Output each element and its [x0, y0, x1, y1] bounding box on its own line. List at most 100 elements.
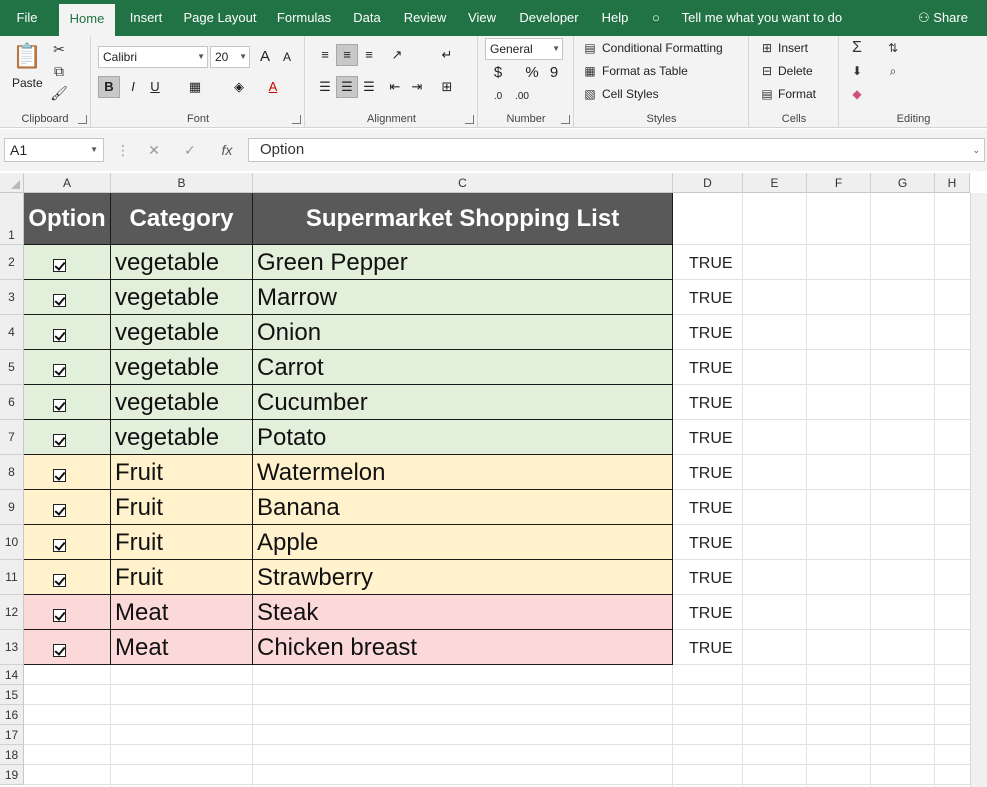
tab-developer[interactable]: Developer — [513, 0, 585, 36]
align-top-icon[interactable]: ≡ — [314, 44, 336, 66]
checkbox-icon[interactable] — [53, 328, 66, 342]
option-cell[interactable] — [24, 420, 111, 455]
font-size-combo[interactable]: 20 ▼ — [210, 46, 250, 68]
item-cell[interactable]: Onion — [253, 315, 673, 350]
tab-insert[interactable]: Insert — [123, 0, 169, 36]
conditional-formatting-icon[interactable]: ▤ — [581, 39, 599, 57]
checkbox-icon[interactable] — [53, 258, 66, 272]
fill-color-icon[interactable]: ◈ — [228, 76, 250, 98]
tab-formulas[interactable]: Formulas — [272, 0, 336, 36]
item-cell[interactable]: Strawberry — [253, 560, 673, 595]
align-left-icon[interactable]: ☰ — [314, 76, 336, 98]
format-painter-icon[interactable]: 🖌 — [50, 84, 68, 102]
option-cell[interactable] — [24, 245, 111, 280]
option-cell[interactable] — [24, 595, 111, 630]
share-button[interactable]: ⚇ Share — [918, 0, 968, 36]
item-cell[interactable]: Banana — [253, 490, 673, 525]
insert-cells-icon[interactable]: ⊞ — [758, 39, 776, 57]
fill-icon[interactable]: ⬇ — [848, 62, 866, 80]
decrease-indent-icon[interactable]: ⇤ — [384, 76, 406, 98]
bold-button[interactable]: B — [98, 76, 120, 98]
category-cell[interactable]: Fruit — [111, 560, 253, 595]
increase-decimal-icon[interactable]: .0 — [487, 86, 509, 108]
worksheet-grid[interactable]: ABCDEFGH 1 2 3 4 5 6 7 8 9 10 11 12 13 14 15 16 17 18 19 O… — [0, 173, 987, 787]
linked-value-cell[interactable]: TRUE — [689, 631, 733, 666]
font-name-combo[interactable]: Calibri ▼ — [98, 46, 208, 68]
row-header-1[interactable]: 1 — [0, 193, 24, 245]
row-header-10[interactable]: 10 — [0, 525, 24, 560]
percent-button[interactable]: % — [521, 62, 543, 84]
copy-icon[interactable]: ⧉ — [50, 62, 68, 80]
row-header-13[interactable]: 13 — [0, 630, 24, 665]
wrap-text-icon[interactable]: ↵ — [436, 44, 458, 66]
category-cell[interactable]: vegetable — [111, 280, 253, 315]
formula-input[interactable]: Option ⌄ — [248, 138, 985, 162]
item-cell[interactable]: Carrot — [253, 350, 673, 385]
header-shopping-list[interactable]: Supermarket Shopping List — [253, 193, 673, 245]
find-select-icon[interactable]: ⌕ — [884, 62, 902, 80]
item-cell[interactable]: Chicken breast — [253, 630, 673, 665]
item-cell[interactable]: Steak — [253, 595, 673, 630]
item-cell[interactable]: Apple — [253, 525, 673, 560]
delete-cells-icon[interactable]: ⊟ — [758, 62, 776, 80]
linked-value-cell[interactable]: TRUE — [689, 526, 733, 561]
underline-button[interactable]: U — [144, 76, 166, 98]
checkbox-icon[interactable] — [53, 643, 66, 657]
linked-value-cell[interactable]: TRUE — [689, 281, 733, 316]
option-cell[interactable] — [24, 385, 111, 420]
column-header-h[interactable]: H — [935, 173, 970, 193]
format-cells-icon[interactable]: ▤ — [758, 85, 776, 103]
paste-icon[interactable]: 📋 — [12, 42, 42, 72]
category-cell[interactable]: vegetable — [111, 420, 253, 455]
item-cell[interactable]: Potato — [253, 420, 673, 455]
category-cell[interactable]: vegetable — [111, 385, 253, 420]
column-header-b[interactable]: B — [111, 173, 253, 193]
clipboard-launcher-icon[interactable] — [78, 115, 87, 124]
row-header-15[interactable]: 15 — [0, 685, 24, 705]
linked-value-cell[interactable]: TRUE — [689, 351, 733, 386]
merge-center-icon[interactable]: ⊞ — [436, 76, 458, 98]
tab-home[interactable]: Home — [59, 4, 115, 36]
autosum-icon[interactable]: Σ — [848, 39, 866, 57]
option-cell[interactable] — [24, 560, 111, 595]
tab-file[interactable]: File — [4, 0, 50, 36]
column-header-g[interactable]: G — [871, 173, 935, 193]
number-launcher-icon[interactable] — [561, 115, 570, 124]
category-cell[interactable]: Meat — [111, 595, 253, 630]
category-cell[interactable]: vegetable — [111, 350, 253, 385]
font-color-icon[interactable]: A — [262, 76, 284, 98]
category-cell[interactable]: vegetable — [111, 315, 253, 350]
align-right-icon[interactable]: ☰ — [358, 76, 380, 98]
number-format-combo[interactable]: General ▼ — [485, 38, 563, 60]
comma-button[interactable]: 9 — [543, 62, 565, 84]
item-cell[interactable]: Green Pepper — [253, 245, 673, 280]
checkbox-icon[interactable] — [53, 363, 66, 377]
borders-icon[interactable]: ▦ — [184, 76, 206, 98]
column-header-e[interactable]: E — [743, 173, 807, 193]
category-cell[interactable]: Meat — [111, 630, 253, 665]
category-cell[interactable]: Fruit — [111, 525, 253, 560]
tab-view[interactable]: View — [461, 0, 503, 36]
linked-value-cell[interactable]: TRUE — [689, 491, 733, 526]
enter-icon[interactable]: ✓ — [180, 139, 200, 161]
format-cells-button[interactable]: Format — [778, 87, 816, 101]
option-cell[interactable] — [24, 490, 111, 525]
linked-value-cell[interactable]: TRUE — [689, 596, 733, 631]
option-cell[interactable] — [24, 455, 111, 490]
align-center-icon[interactable]: ☰ — [336, 76, 358, 98]
delete-cells-button[interactable]: Delete — [778, 64, 813, 78]
row-header-18[interactable]: 18 — [0, 745, 24, 765]
item-cell[interactable]: Marrow — [253, 280, 673, 315]
row-header-7[interactable]: 7 — [0, 420, 24, 455]
checkbox-icon[interactable] — [53, 293, 66, 307]
row-header-8[interactable]: 8 — [0, 455, 24, 490]
row-header-16[interactable]: 16 — [0, 705, 24, 725]
option-cell[interactable] — [24, 630, 111, 665]
checkbox-icon[interactable] — [53, 398, 66, 412]
option-cell[interactable] — [24, 280, 111, 315]
row-header-6[interactable]: 6 — [0, 385, 24, 420]
format-as-table-button[interactable]: Format as Table — [602, 64, 688, 78]
currency-button[interactable]: $ — [487, 62, 509, 84]
item-cell[interactable]: Watermelon — [253, 455, 673, 490]
clear-icon[interactable]: ◆ — [848, 85, 866, 103]
